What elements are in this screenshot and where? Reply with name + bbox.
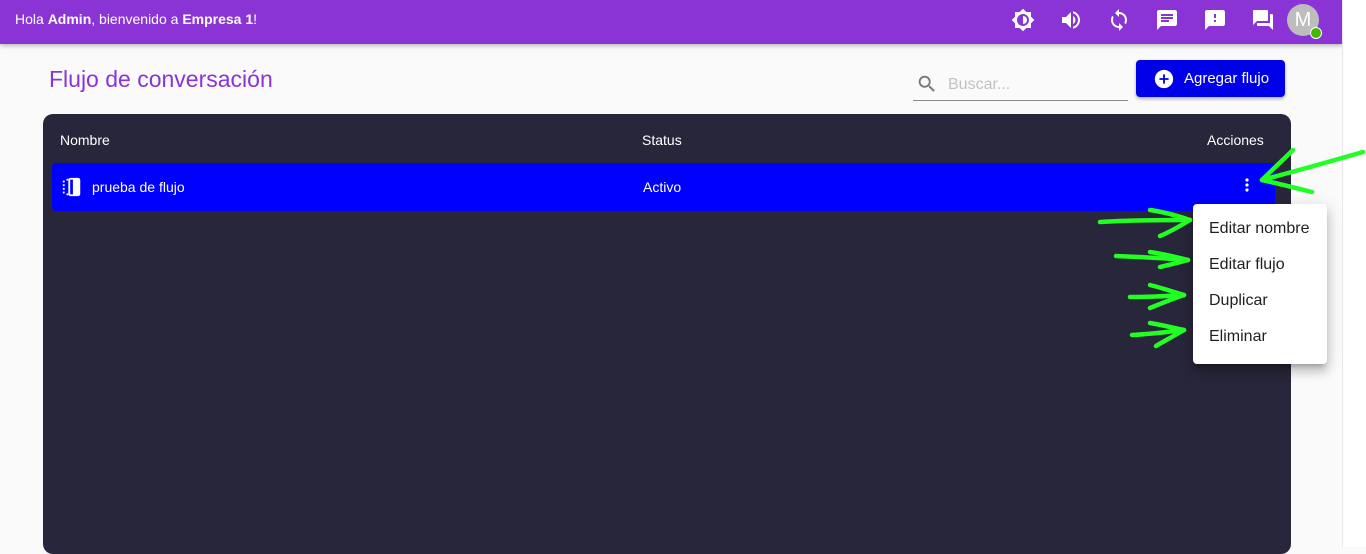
top-app-bar: Hola Admin, bienvenido a Empresa 1! M xyxy=(0,0,1342,44)
search-input[interactable] xyxy=(946,72,1125,98)
forum-icon xyxy=(1251,8,1275,37)
flow-icon xyxy=(61,176,83,198)
menu-item-edit-name[interactable]: Editar nombre xyxy=(1209,220,1310,238)
more-vert-icon xyxy=(1237,175,1257,200)
scrollbar-track[interactable] xyxy=(1342,0,1366,547)
volume-button[interactable] xyxy=(1056,7,1086,37)
alerts-button[interactable] xyxy=(1200,7,1230,37)
brightness-icon xyxy=(1011,8,1035,37)
menu-item-duplicate[interactable]: Duplicar xyxy=(1209,292,1268,310)
row-actions-button[interactable] xyxy=(1237,175,1257,199)
greeting-suffix: ! xyxy=(253,11,258,27)
sync-icon xyxy=(1107,8,1131,37)
search-field[interactable] xyxy=(913,68,1128,101)
actions-menu: Editar nombre Editar flujo Duplicar Elim… xyxy=(1193,204,1327,364)
volume-icon xyxy=(1059,8,1083,37)
column-header-actions: Acciones xyxy=(1207,132,1264,148)
online-status-dot xyxy=(1310,27,1322,39)
chat-icon xyxy=(1155,8,1179,37)
refresh-button[interactable] xyxy=(1104,7,1134,37)
add-circle-icon xyxy=(1153,68,1175,90)
search-icon xyxy=(916,73,938,95)
menu-item-delete[interactable]: Eliminar xyxy=(1209,328,1267,346)
greeting-middle: , bienvenido a xyxy=(91,11,183,27)
page-title: Flujo de conversación xyxy=(49,66,273,92)
conversations-button[interactable] xyxy=(1248,7,1278,37)
welcome-message: Hola Admin, bienvenido a Empresa 1! xyxy=(15,11,257,27)
feedback-icon xyxy=(1203,8,1227,37)
messages-button[interactable] xyxy=(1152,7,1182,37)
flow-status: Activo xyxy=(643,179,682,195)
theme-toggle-button[interactable] xyxy=(1008,7,1038,37)
column-header-status: Status xyxy=(642,132,682,148)
greeting-prefix: Hola xyxy=(15,11,48,27)
add-flow-button[interactable]: Agregar flujo xyxy=(1136,60,1285,97)
menu-item-edit-flow[interactable]: Editar flujo xyxy=(1209,256,1285,274)
flow-name: prueba de flujo xyxy=(92,179,185,195)
user-name: Admin xyxy=(47,11,92,27)
add-flow-label: Agregar flujo xyxy=(1184,70,1270,87)
column-header-name: Nombre xyxy=(60,132,110,148)
company-name: Empresa 1 xyxy=(182,11,254,27)
avatar-initial: M xyxy=(1294,8,1312,31)
